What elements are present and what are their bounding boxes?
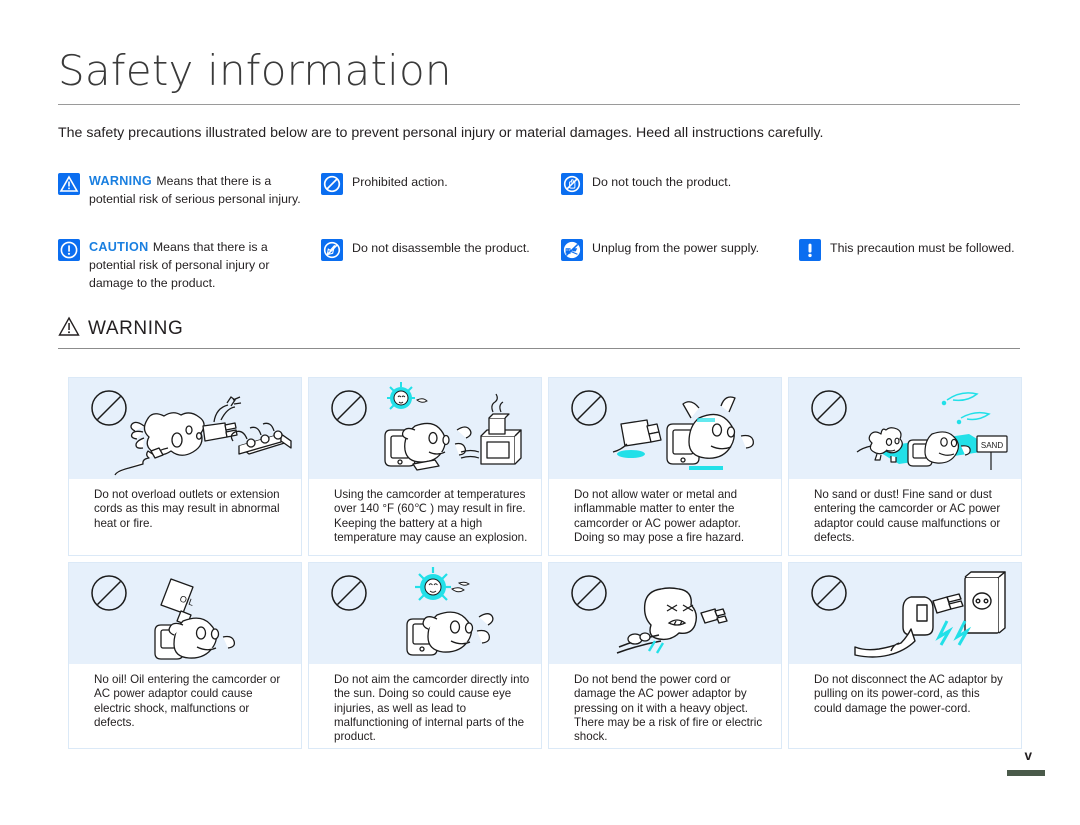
prohibition-icon — [321, 173, 343, 195]
no-touch-hand-icon — [561, 173, 583, 195]
camcorder-high-temperature-illustration — [309, 378, 541, 479]
page-number: v — [1024, 748, 1032, 763]
intro-paragraph: The safety precautions illustrated below… — [58, 125, 824, 141]
aim-at-sun-illustration — [309, 563, 541, 664]
water-metal-entering-illustration — [549, 378, 781, 479]
warning-card: SAND No sand or dust! Fine sand or dust … — [788, 377, 1022, 556]
warning-card-row-2: OIL No oil! Oil entering the camcorder o… — [68, 562, 1024, 749]
warning-card-text: No sand or dust! Fine sand or dust enter… — [789, 479, 1021, 555]
warning-card-text: Do not overload outlets or extension cor… — [69, 479, 301, 555]
warning-card: Do not overload outlets or extension cor… — [68, 377, 302, 556]
warning-card-text: No oil! Oil entering the camcorder or AC… — [69, 664, 301, 748]
legend-must-follow-label: This precaution must be followed. — [830, 241, 1015, 255]
sand-dust-illustration: SAND — [789, 378, 1021, 479]
exclamation-bar-icon — [799, 239, 821, 261]
sand-sign-label: SAND — [981, 441, 1003, 450]
no-disassemble-icon — [321, 239, 343, 261]
legend-item-no-disassemble: Do not disassemble the product. — [321, 238, 581, 261]
warning-card-text: Do not disconnect the AC adaptor by pull… — [789, 664, 1021, 748]
exclamation-circle-icon — [58, 239, 80, 261]
warning-card-row-1: Do not overload outlets or extension cor… — [68, 377, 1024, 556]
warning-card: Do not bend the power cord or damage the… — [548, 562, 782, 749]
bent-power-cord-illustration — [549, 563, 781, 664]
legend-item-caution: CAUTION Means that there is a potential … — [58, 238, 308, 292]
unplug-power-icon — [561, 239, 583, 261]
legend-item-must-follow: This precaution must be followed. — [799, 238, 1024, 261]
warning-triangle-icon — [58, 173, 80, 195]
title-divider — [58, 104, 1020, 105]
warning-card: OIL No oil! Oil entering the camcorder o… — [68, 562, 302, 749]
legend-item-unplug: Unplug from the power supply. — [561, 238, 811, 261]
warning-section-header: WARNING — [58, 316, 183, 342]
overloaded-outlet-illustration — [69, 378, 301, 479]
safety-information-page: Safety information The safety precaution… — [0, 0, 1080, 825]
warning-section-label: WARNING — [88, 318, 184, 339]
legend-no-touch-label: Do not touch the product. — [592, 175, 732, 189]
warning-card-grid: Do not overload outlets or extension cor… — [68, 377, 1024, 755]
legend-item-no-touch: Do not touch the product. — [561, 172, 811, 195]
warning-card: Do not aim the camcorder directly into t… — [308, 562, 542, 749]
legend-item-prohibited: Prohibited action. — [321, 172, 556, 195]
legend-no-disassemble-label: Do not disassemble the product. — [352, 241, 530, 255]
legend-prohibited-label: Prohibited action. — [352, 175, 448, 189]
warning-card: Using the camcorder at temperatures over… — [308, 377, 542, 556]
legend-item-warning: WARNING Means that there is a potential … — [58, 172, 308, 208]
warning-section-divider — [58, 348, 1020, 349]
warning-card-text: Using the camcorder at temperatures over… — [309, 479, 541, 555]
legend-warning-heading: WARNING — [89, 174, 152, 188]
warning-triangle-outline-icon — [58, 316, 80, 342]
warning-card-text: Do not aim the camcorder directly into t… — [309, 664, 541, 748]
page-marker-bar — [1007, 770, 1045, 776]
symbol-legend: WARNING Means that there is a potential … — [58, 172, 1023, 302]
legend-caution-heading: CAUTION — [89, 240, 149, 254]
oil-entering-illustration: OIL — [69, 563, 301, 664]
page-title: Safety information — [58, 46, 452, 95]
warning-card: Do not disconnect the AC adaptor by pull… — [788, 562, 1022, 749]
pulling-power-cord-illustration — [789, 563, 1021, 664]
warning-card-text: Do not bend the power cord or damage the… — [549, 664, 781, 748]
warning-card-text: Do not allow water or metal and inflamma… — [549, 479, 781, 555]
legend-unplug-label: Unplug from the power supply. — [592, 241, 760, 255]
warning-card: Do not allow water or metal and inflamma… — [548, 377, 782, 556]
